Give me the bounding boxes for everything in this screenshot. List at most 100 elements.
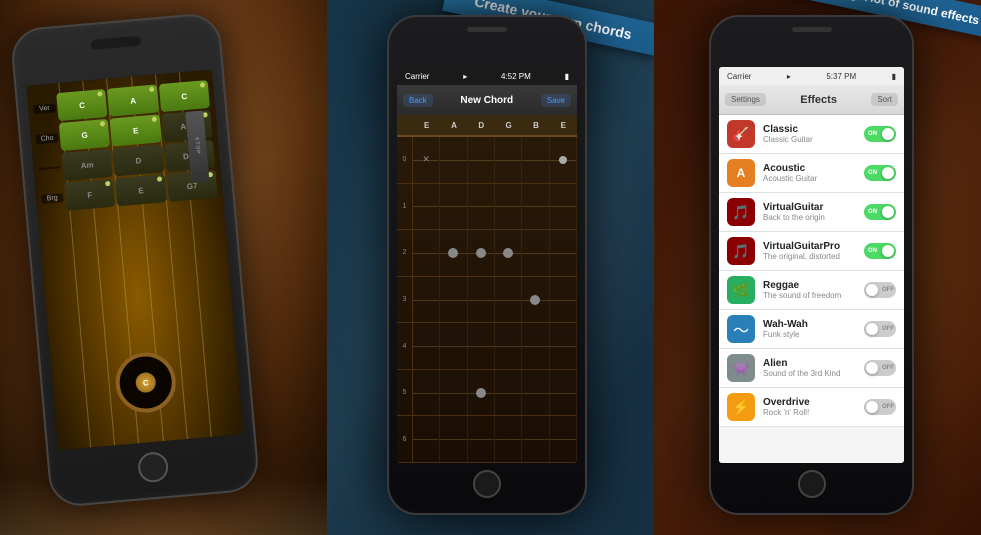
fret-cell-6-5[interactable] — [550, 416, 577, 462]
fret-cell-6-2[interactable] — [468, 416, 495, 462]
chord-btn-C1[interactable]: C — [56, 89, 108, 121]
fret-cell-6-1[interactable] — [440, 416, 467, 462]
save-button[interactable]: Save — [541, 94, 571, 107]
fret-cell-0-2[interactable] — [468, 137, 495, 183]
effect-info-wahwah: Wah-Wah Funk style — [763, 319, 856, 339]
fret-cell-6-3[interactable] — [495, 416, 522, 462]
chord-dot — [151, 117, 156, 122]
fret-cell-0-5[interactable] — [550, 137, 577, 183]
fretboard[interactable]: E A D G B E 0 ✕ — [397, 115, 577, 463]
effect-icon-reggae: 🌿 — [727, 276, 755, 304]
string-D: D — [468, 115, 495, 135]
fret-cell-6-4[interactable] — [522, 416, 549, 462]
fret-cell-3-4[interactable] — [522, 277, 549, 323]
fret-cell-5-1[interactable] — [440, 370, 467, 416]
fret-cell-4-2[interactable] — [468, 323, 495, 369]
chord-btn-D[interactable]: D — [113, 144, 165, 176]
effect-classic[interactable]: 🎸 Classic Classic Guitar ON — [719, 115, 904, 154]
status-time-2: 4:52 PM — [501, 72, 531, 81]
effect-wah-wah[interactable]: 〜 Wah-Wah Funk style OFF — [719, 310, 904, 349]
fret-row-2: 2 — [397, 230, 577, 277]
fret-cell-0-3[interactable] — [495, 137, 522, 183]
chord-dot — [98, 91, 103, 96]
fret-cell-1-2[interactable] — [468, 184, 495, 230]
fret-cell-4-3[interactable] — [495, 323, 522, 369]
chord-btn-F[interactable]: F — [64, 179, 116, 211]
chord-btn-Am2[interactable]: Am — [61, 149, 113, 181]
fret-cell-4-1[interactable] — [440, 323, 467, 369]
status-carrier-2: Carrier — [405, 72, 429, 81]
phone3: Carrier ▸ 5:37 PM ▮ Settings Effects Sor… — [709, 15, 914, 515]
status-battery-2: ▮ — [565, 72, 569, 81]
toggle-overdrive[interactable]: OFF — [864, 399, 896, 415]
fret-cell-5-4[interactable] — [522, 370, 549, 416]
effect-reggae[interactable]: 🌿 Reggae The sound of freedom OFF — [719, 271, 904, 310]
effect-name-overdrive: Overdrive — [763, 397, 856, 408]
chord-dot — [100, 121, 105, 126]
toggle-vg[interactable]: ON — [864, 204, 896, 220]
toggle-wahwah[interactable]: OFF — [864, 321, 896, 337]
toggle-knob-wahwah — [866, 323, 878, 335]
panel-guitar: Ver C A C — [0, 0, 327, 535]
fret-cell-0-0[interactable]: ✕ — [413, 137, 440, 183]
fret-cell-6-0[interactable] — [413, 416, 440, 462]
fret-cell-2-5[interactable] — [550, 230, 577, 276]
fret-cell-3-0[interactable] — [413, 277, 440, 323]
fret-cell-1-0[interactable] — [413, 184, 440, 230]
fret-cell-2-0[interactable] — [413, 230, 440, 276]
fret-cell-4-0[interactable] — [413, 323, 440, 369]
effect-virtual-guitar-pro[interactable]: 🎵 VirtualGuitarPro The original, distort… — [719, 232, 904, 271]
back-button[interactable]: Back — [403, 94, 433, 107]
fret-cell-5-5[interactable] — [550, 370, 577, 416]
phone1-home-button[interactable] — [137, 451, 170, 484]
fret-cell-0-1[interactable] — [440, 137, 467, 183]
fret-num-6: 6 — [397, 416, 413, 462]
fret-cell-1-5[interactable] — [550, 184, 577, 230]
effect-virtual-guitar[interactable]: 🎵 VirtualGuitar Back to the origin ON — [719, 193, 904, 232]
chord-btn-E2[interactable]: E — [115, 174, 167, 206]
fret-cell-3-2[interactable] — [468, 277, 495, 323]
settings-button[interactable]: Settings — [725, 93, 766, 106]
effect-alien[interactable]: 👾 Alien Sound of the 3rd Kind OFF — [719, 349, 904, 388]
fret-cell-1-1[interactable] — [440, 184, 467, 230]
toggle-reggae[interactable]: OFF — [864, 282, 896, 298]
toggle-vgp[interactable]: ON — [864, 243, 896, 259]
fret-cell-5-0[interactable] — [413, 370, 440, 416]
toggle-classic[interactable]: ON — [864, 126, 896, 142]
toggle-acoustic[interactable]: ON — [864, 165, 896, 181]
fret-cell-5-3[interactable] — [495, 370, 522, 416]
fret-cell-1-4[interactable] — [522, 184, 549, 230]
fret-cell-4-5[interactable] — [550, 323, 577, 369]
toggle-knob-vgp — [882, 245, 894, 257]
fret-num-header — [397, 115, 413, 135]
fret-cell-2-4[interactable] — [522, 230, 549, 276]
effect-desc-wahwah: Funk style — [763, 330, 856, 339]
phone2-home-button[interactable] — [473, 470, 501, 498]
effect-overdrive[interactable]: ⚡ Overdrive Rock 'n' Roll! OFF — [719, 388, 904, 427]
toggle-alien[interactable]: OFF — [864, 360, 896, 376]
fret-num-3: 3 — [397, 277, 413, 323]
effect-acoustic[interactable]: A Acoustic Acoustic Guitar ON — [719, 154, 904, 193]
chord-btn-G[interactable]: G — [59, 119, 111, 151]
fret-cell-4-4[interactable] — [522, 323, 549, 369]
fret-cell-3-3[interactable] — [495, 277, 522, 323]
chord-btn-A[interactable]: A — [107, 84, 159, 116]
fret-cell-5-2[interactable] — [468, 370, 495, 416]
fret-cell-2-2[interactable] — [468, 230, 495, 276]
fret-cell-1-3[interactable] — [495, 184, 522, 230]
phone3-home-button[interactable] — [798, 470, 826, 498]
fret-num-4: 4 — [397, 323, 413, 369]
guitar-body: Ver C A C — [26, 70, 243, 451]
sort-button[interactable]: Sort — [871, 93, 898, 106]
status-time-3: 5:37 PM — [826, 72, 856, 81]
effect-info-acoustic: Acoustic Acoustic Guitar — [763, 163, 856, 183]
string-A: A — [440, 115, 467, 135]
chord-btn-E[interactable]: E — [110, 114, 162, 146]
fret-cell-0-4[interactable] — [522, 137, 549, 183]
fret-cell-2-3[interactable] — [495, 230, 522, 276]
fret-cells-6 — [413, 416, 577, 462]
chord-btn-C2[interactable]: C — [158, 80, 210, 112]
fret-cell-3-1[interactable] — [440, 277, 467, 323]
fret-cell-3-5[interactable] — [550, 277, 577, 323]
fret-cell-2-1[interactable] — [440, 230, 467, 276]
